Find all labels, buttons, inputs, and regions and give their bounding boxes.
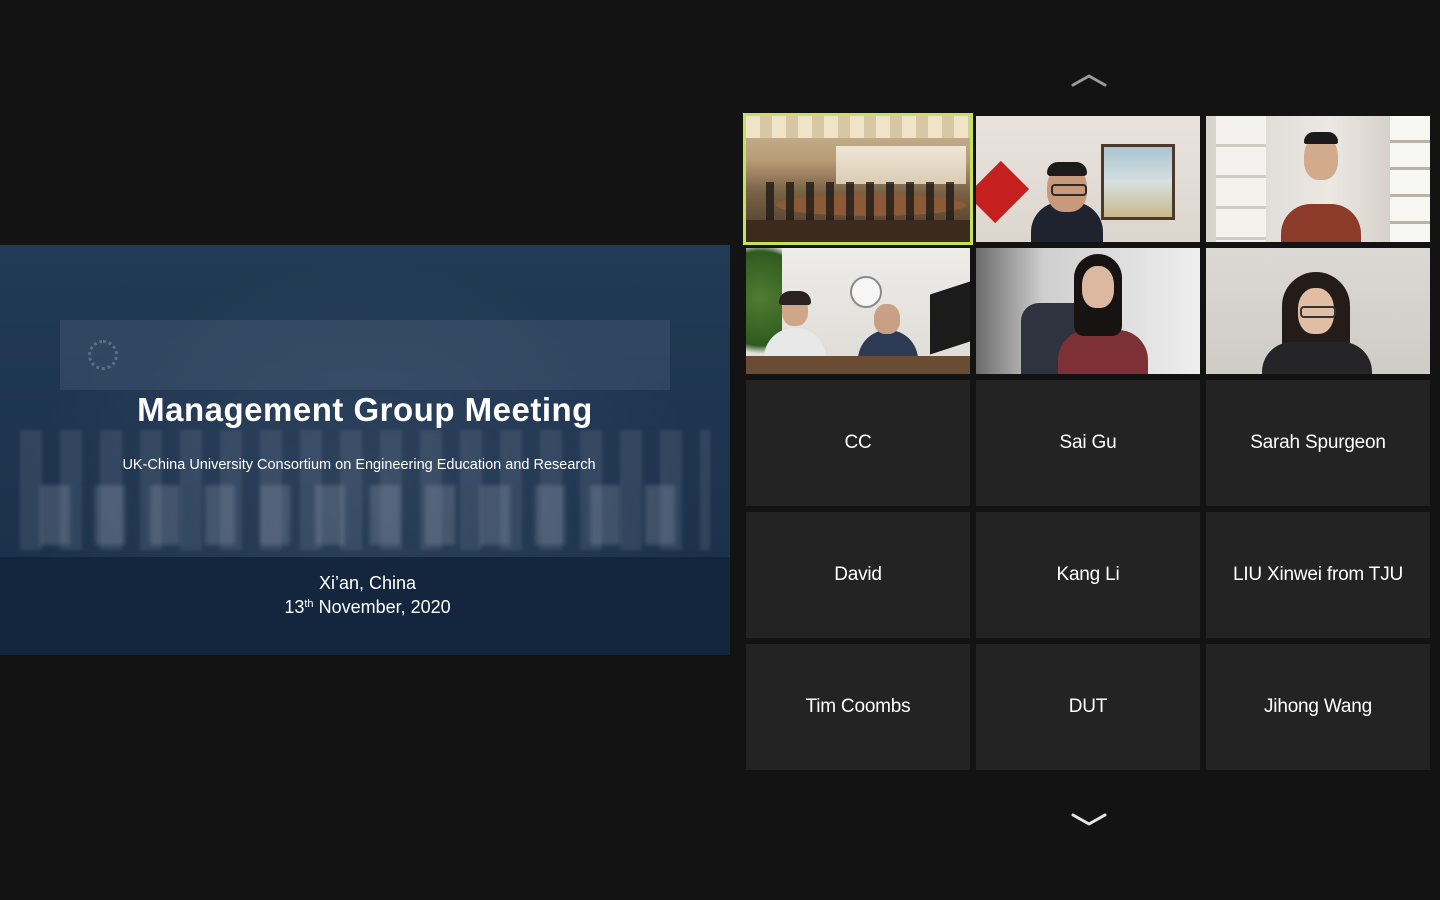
- background-desk: [746, 356, 970, 374]
- participant-name: DUT: [1068, 696, 1108, 717]
- participant-name: Sarah Spurgeon: [1250, 432, 1386, 453]
- video-feed: [976, 248, 1200, 374]
- chevron-down-icon: [1071, 813, 1107, 826]
- meeting-window: Management Group Meeting UK-China Univer…: [0, 0, 1440, 900]
- wall-painting: [1101, 144, 1175, 220]
- video-tile-participant-3[interactable]: [1206, 116, 1430, 242]
- participant-name: Tim Coombs: [805, 696, 911, 717]
- participant-tile[interactable]: Kang Li: [976, 512, 1200, 638]
- participant-figure: [1031, 154, 1103, 242]
- participant-tile[interactable]: DUT: [976, 644, 1200, 770]
- slide-date-day: 13: [284, 597, 305, 617]
- participant-name: Jihong Wang: [1264, 696, 1372, 717]
- participant-name: LIU Xinwei from TJU: [1232, 564, 1404, 585]
- participant-name: CC: [844, 432, 872, 453]
- background-banner: [60, 320, 670, 390]
- participant-tile[interactable]: David: [746, 512, 970, 638]
- video-tile-participant-5[interactable]: [976, 248, 1200, 374]
- room-attendees: [766, 182, 966, 222]
- participant-head-right: [874, 304, 900, 334]
- participant-hair-left: [779, 291, 811, 305]
- slide-date: 13th November, 2020: [0, 597, 730, 618]
- participant-name: Sai Gu: [1059, 432, 1117, 453]
- video-tile-participant-4[interactable]: [746, 248, 970, 374]
- slide-subtitle: UK-China University Consortium on Engine…: [122, 457, 596, 473]
- participant-tile[interactable]: LIU Xinwei from TJU: [1206, 512, 1430, 638]
- video-feed: [976, 116, 1200, 242]
- video-tile-participant-6[interactable]: [1206, 248, 1430, 374]
- glasses: [1051, 184, 1087, 196]
- room-floor: [746, 220, 970, 242]
- video-tile-conference-room[interactable]: [743, 113, 973, 245]
- slide-location: Xi’an, China: [318, 573, 417, 593]
- video-feed: [1206, 116, 1430, 242]
- room-ceiling: [746, 116, 970, 138]
- wall-decoration: [976, 160, 1030, 224]
- glasses: [1300, 306, 1336, 318]
- participant-name: David: [834, 564, 882, 585]
- room-wall-mural: [836, 146, 966, 184]
- participant-hair: [1047, 162, 1087, 176]
- consortium-logo: [88, 340, 118, 370]
- participant-hair: [1304, 132, 1338, 144]
- video-tile-participant-2[interactable]: [976, 116, 1200, 242]
- participant-tile[interactable]: Tim Coombs: [746, 644, 970, 770]
- participant-body: [1281, 204, 1361, 242]
- participant-tile[interactable]: Jihong Wang: [1206, 644, 1430, 770]
- video-feed: [746, 248, 970, 374]
- participant-name: Kang Li: [1056, 564, 1120, 585]
- participant-tile[interactable]: Sarah Spurgeon: [1206, 380, 1430, 506]
- background-door: [1216, 116, 1266, 242]
- slide-date-suffix: th: [304, 598, 314, 610]
- shared-screen[interactable]: Management Group Meeting UK-China Univer…: [0, 245, 730, 655]
- gallery-scroll-down-button[interactable]: [1070, 810, 1108, 830]
- background-crowd-front: [40, 485, 700, 545]
- participant-body: [1262, 342, 1372, 374]
- background-monitor: [930, 281, 970, 355]
- slide-title: Management Group Meeting: [137, 391, 593, 428]
- slide-date-rest: November, 2020: [313, 597, 451, 617]
- gallery-scroll-up-button[interactable]: [1070, 70, 1108, 90]
- background-window: [1390, 116, 1430, 242]
- video-feed: [1206, 248, 1430, 374]
- participant-tile[interactable]: Sai Gu: [976, 380, 1200, 506]
- chevron-up-icon: [1071, 74, 1107, 87]
- participant-tile[interactable]: CC: [746, 380, 970, 506]
- participant-face: [1082, 266, 1114, 308]
- participant-body: [1058, 330, 1148, 374]
- video-feed: [746, 116, 970, 242]
- university-emblem: [850, 276, 882, 308]
